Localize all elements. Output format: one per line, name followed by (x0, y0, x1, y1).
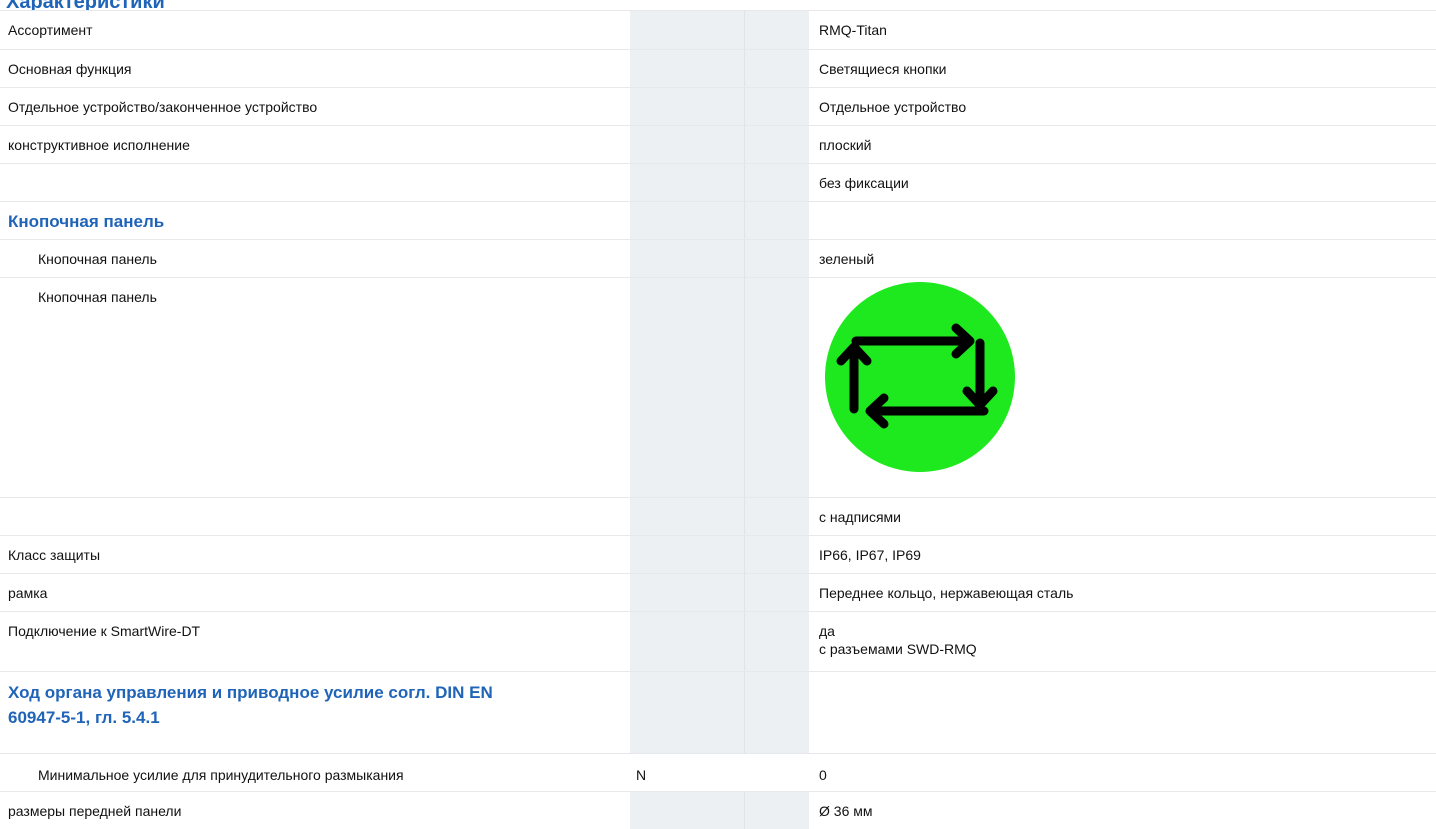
spec-value: да с разъемами SWD-RMQ (809, 611, 1436, 672)
spec-value-line: с разъемами SWD-RMQ (819, 640, 977, 657)
spec-unit (630, 277, 744, 498)
spec-unit (630, 611, 744, 672)
spec-label: Кнопочная панель (0, 239, 630, 278)
spec-unit (630, 497, 744, 536)
spec-row-assortment: Ассортимент RMQ-Titan (0, 11, 1436, 50)
spec-unit-extra (744, 753, 809, 792)
spec-unit (630, 87, 744, 126)
spec-unit-extra (743, 611, 809, 672)
spec-label: Класс защиты (0, 535, 630, 574)
spec-unit-extra (743, 11, 809, 50)
spec-value: 0 (809, 753, 1436, 792)
spec-unit (630, 573, 744, 612)
spec-label: конструктивное исполнение (0, 125, 630, 164)
spec-label: Минимальное усилие для принудительного р… (0, 753, 630, 792)
spec-value (809, 201, 1436, 240)
spec-value: RMQ-Titan (809, 11, 1436, 50)
spec-unit-extra (743, 497, 809, 536)
spec-unit (630, 125, 744, 164)
spec-row-frame: рамка Переднее кольцо, нержавеющая сталь (0, 573, 1436, 612)
spec-unit (630, 671, 744, 754)
spec-row-main-function: Основная функция Светящиеся кнопки (0, 49, 1436, 88)
section-heading-line: Ход органа управления и приводное усилие… (8, 682, 493, 702)
spec-label: Подключение к SmartWire-DT (0, 611, 630, 672)
spec-value: Ø 36 мм (819, 802, 873, 819)
spec-label: Ассортимент (0, 11, 630, 50)
section-heading-actuation-force: Ход органа управления и приводное усилие… (0, 671, 1436, 754)
spec-row-button-symbol: Кнопочная панель (0, 277, 1436, 498)
spec-unit (630, 201, 744, 240)
specs-table: Ассортимент RMQ-Titan Основная функция С… (0, 11, 1436, 829)
spec-value: IP66, IP67, IP69 (809, 535, 1436, 574)
spec-value (809, 277, 1436, 498)
spec-label: Основная функция (0, 49, 630, 88)
spec-unit-extra (743, 671, 809, 754)
spec-value: без фиксации (809, 163, 1436, 202)
spec-row-min-force: Минимальное усилие для принудительного р… (0, 753, 1436, 792)
spec-unit-extra (743, 87, 809, 126)
section-heading-button-plate: Кнопочная панель (0, 201, 1436, 240)
spec-row-latching: без фиксации (0, 163, 1436, 202)
spec-unit (630, 49, 744, 88)
spec-row-device-type: Отдельное устройство/законченное устройс… (0, 87, 1436, 126)
spec-unit-extra (743, 791, 809, 829)
spec-row-labeling: с надписями (0, 497, 1436, 536)
spec-unit-extra (743, 573, 809, 612)
spec-value: с надписями (809, 497, 1436, 536)
spec-value (809, 671, 1436, 754)
section-heading: Ход органа управления и приводное усилие… (0, 671, 630, 754)
spec-row-protection-class: Класс защиты IP66, IP67, IP69 (0, 535, 1436, 574)
spec-unit (630, 535, 744, 574)
spec-unit (630, 163, 744, 202)
spec-row-button-color: Кнопочная панель зеленый (0, 239, 1436, 278)
spec-row-design: конструктивное исполнение плоский (0, 125, 1436, 164)
spec-unit-extra (743, 49, 809, 88)
spec-unit (630, 239, 744, 278)
spec-value: зеленый (809, 239, 1436, 278)
spec-unit: N (630, 753, 744, 792)
spec-label: размеры передней панели (8, 802, 182, 819)
spec-row-smartwire: Подключение к SmartWire-DT да с разъемам… (0, 611, 1436, 672)
spec-value: плоский (809, 125, 1436, 164)
spec-value: Светящиеся кнопки (809, 49, 1436, 88)
spec-value: Отдельное устройство (809, 87, 1436, 126)
spec-unit-extra (743, 277, 809, 498)
section-heading-line: 60947-5-1, гл. 5.4.1 (8, 707, 160, 727)
spec-unit-extra (743, 125, 809, 164)
spec-label: рамка (0, 573, 630, 612)
section-heading: Кнопочная панель (0, 201, 630, 240)
spec-label: Отдельное устройство/законченное устройс… (0, 87, 630, 126)
spec-unit-extra (743, 201, 809, 240)
spec-row-front-dimensions: размеры передней панели Ø 36 мм (0, 791, 1436, 829)
green-cycle-arrows-icon (825, 281, 1015, 472)
spec-label (0, 497, 630, 536)
spec-value: Переднее кольцо, нержавеющая сталь (809, 573, 1436, 612)
spec-unit (630, 11, 744, 50)
spec-unit-extra (743, 535, 809, 574)
spec-label (0, 163, 630, 202)
spec-label: Кнопочная панель (0, 277, 630, 498)
spec-value-line: да (819, 622, 835, 639)
spec-unit (630, 791, 744, 829)
spec-unit-extra (743, 239, 809, 278)
spec-unit-extra (743, 163, 809, 202)
